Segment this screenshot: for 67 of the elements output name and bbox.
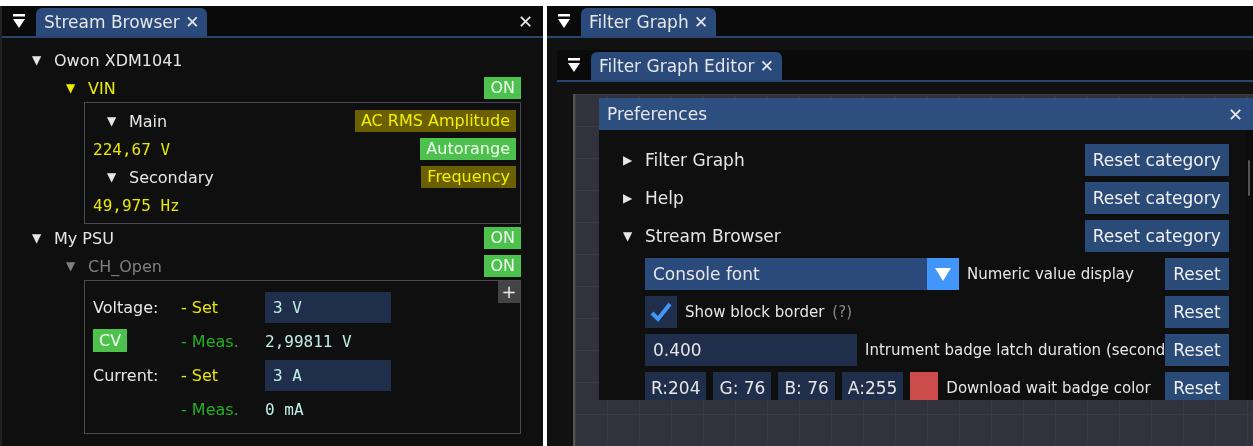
color-channel-input[interactable]: R:204 xyxy=(645,372,707,400)
category-label[interactable]: Filter Graph xyxy=(645,150,745,170)
color-channel-input[interactable]: B: 76 xyxy=(778,372,835,400)
on-badge: ON xyxy=(484,77,521,99)
on-badge: ON xyxy=(484,255,521,277)
channel-name[interactable]: VIN xyxy=(88,78,116,98)
menu-icon[interactable] xyxy=(12,13,26,29)
number-input[interactable]: 0.400 xyxy=(645,334,857,366)
add-button[interactable]: + xyxy=(498,281,520,303)
setting-label: Intrument badge latch duration (second xyxy=(864,341,1166,359)
setpoint-input[interactable]: 3 A xyxy=(265,359,391,391)
expand-arrow-icon[interactable]: ▼ xyxy=(66,81,80,95)
close-button[interactable]: ✕ xyxy=(517,10,543,32)
close-button[interactable]: ✕ xyxy=(1227,103,1253,125)
help-marker[interactable]: (?) xyxy=(824,303,852,321)
quantity-label: Voltage: xyxy=(93,297,160,317)
font-dropdown[interactable]: Console font xyxy=(645,258,927,290)
reset-button[interactable]: Reset xyxy=(1165,334,1229,366)
color-channel-input[interactable]: A:255 xyxy=(841,372,904,400)
measured-value: 49,975 Hz xyxy=(93,195,180,215)
on-badge: ON xyxy=(484,227,521,249)
reset-button[interactable]: Reset xyxy=(1165,372,1229,400)
setting-label: Numeric value display xyxy=(966,265,1134,283)
mode-badge[interactable]: Frequency xyxy=(421,166,516,188)
reset-button[interactable]: Reset xyxy=(1165,296,1229,328)
window-title: Preferences xyxy=(607,104,707,124)
set-label: - Set xyxy=(181,365,220,385)
mode-badge[interactable]: AC RMS Amplitude xyxy=(354,110,516,132)
expand-arrow-icon[interactable]: ▼ xyxy=(32,231,46,245)
menu-icon[interactable] xyxy=(567,57,581,73)
device-name[interactable]: My PSU xyxy=(54,228,114,248)
function-label[interactable]: Main xyxy=(129,111,168,131)
reset-category-button[interactable]: Reset category xyxy=(1084,220,1229,252)
measured-value: 0 mA xyxy=(265,399,304,419)
expand-arrow-icon[interactable]: ▶ xyxy=(623,153,637,167)
color-channel-input[interactable]: G: 76 xyxy=(713,372,772,400)
expand-arrow-icon[interactable]: ▼ xyxy=(32,53,46,67)
checkbox[interactable] xyxy=(645,296,677,328)
reset-button[interactable]: Reset xyxy=(1165,258,1229,290)
setpoint-input[interactable]: 3 V xyxy=(265,291,391,323)
device-name[interactable]: Owon XDM1041 xyxy=(54,50,183,70)
reset-category-button[interactable]: Reset category xyxy=(1084,182,1229,214)
expand-arrow-icon[interactable]: ▼ xyxy=(623,229,637,243)
category-label[interactable]: Help xyxy=(645,188,684,208)
stream-browser-tab[interactable]: Stream Browser ✕ xyxy=(36,8,208,36)
measured-label: - Meas. xyxy=(181,399,240,419)
mode-badge: CV xyxy=(93,329,128,352)
expand-arrow-icon[interactable]: ▼ xyxy=(107,114,121,128)
measured-label: - Meas. xyxy=(181,331,240,351)
expand-arrow-icon[interactable]: ▶ xyxy=(623,191,637,205)
setting-label: Show block border xyxy=(684,303,825,321)
channel-name[interactable]: CH_Open xyxy=(88,256,162,276)
filter-graph-editor-tab[interactable]: Filter Graph Editor ✕ xyxy=(591,52,783,80)
category-label[interactable]: Stream Browser xyxy=(645,226,781,246)
scrollbar-thumb[interactable] xyxy=(1247,160,1250,196)
reset-category-button[interactable]: Reset category xyxy=(1084,144,1229,176)
function-label[interactable]: Secondary xyxy=(129,167,214,187)
menu-icon[interactable] xyxy=(557,13,571,29)
expand-arrow-icon[interactable]: ▼ xyxy=(107,170,121,184)
quantity-label: Current: xyxy=(93,365,160,385)
measured-value: 2,99811 V xyxy=(265,331,352,351)
expand-arrow-icon[interactable]: ▼ xyxy=(66,259,80,273)
color-swatch[interactable] xyxy=(910,372,939,400)
set-label: - Set xyxy=(181,297,220,317)
measured-value: 224,67 V xyxy=(93,139,171,159)
setting-label: Download wait badge color xyxy=(945,379,1151,397)
filter-graph-tab[interactable]: Filter Graph ✕ xyxy=(581,8,717,36)
